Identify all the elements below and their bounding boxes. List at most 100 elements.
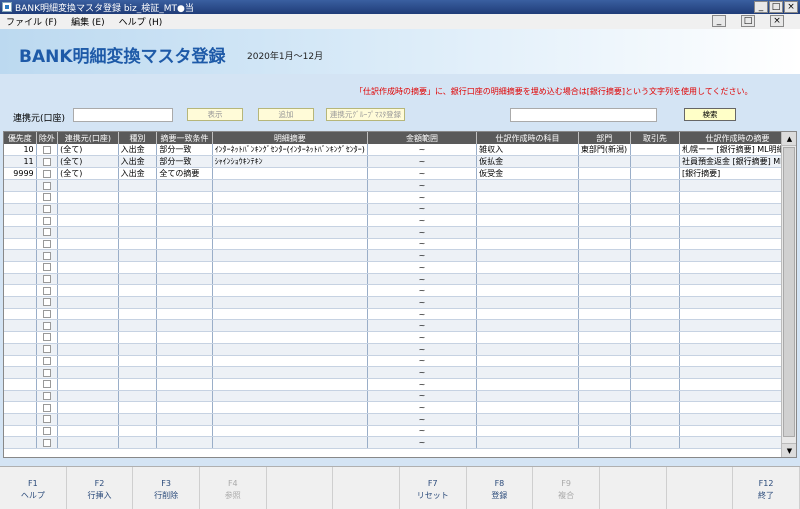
cell-priority[interactable] — [4, 331, 37, 344]
table-row[interactable]: ~ — [4, 425, 796, 438]
cell-desc[interactable] — [212, 425, 368, 438]
cell-exclude[interactable] — [36, 261, 59, 274]
cell-exclude[interactable] — [36, 296, 59, 309]
cell-dept[interactable] — [578, 355, 631, 368]
cell-memo[interactable] — [679, 179, 796, 192]
minimize-button[interactable]: _ — [754, 1, 768, 13]
cell-type[interactable] — [118, 226, 158, 239]
col-subject[interactable]: 仕訳作成時の科目 — [476, 132, 579, 144]
cell-type[interactable] — [118, 191, 158, 204]
cell-partner[interactable] — [630, 249, 680, 262]
table-row[interactable]: ~ — [4, 308, 796, 321]
col-type[interactable]: 種別 — [118, 132, 158, 144]
cell-desc[interactable]: ｲﾝﾀｰﾈｯﾄﾊﾞﾝｷﾝｸﾞｾﾝﾀｰ(ｲﾝﾀｰﾈｯﾄﾊﾞﾝｷﾝｸﾞｾﾝﾀｰ) — [212, 144, 368, 157]
cell-type[interactable]: 入出金 — [118, 167, 158, 181]
cell-exclude[interactable] — [36, 401, 59, 414]
cell-partner[interactable] — [630, 355, 680, 368]
cell-dept[interactable] — [578, 167, 631, 181]
cell-exclude[interactable] — [36, 319, 59, 333]
exclude-checkbox[interactable] — [42, 157, 51, 166]
exclude-checkbox[interactable] — [42, 275, 51, 284]
cell-account[interactable] — [57, 308, 119, 321]
cell-dept[interactable] — [578, 261, 631, 274]
cell-account[interactable] — [57, 355, 119, 368]
cell-match[interactable] — [156, 179, 213, 192]
cell-match[interactable] — [156, 308, 213, 321]
exclude-checkbox[interactable] — [42, 321, 51, 330]
cell-priority[interactable] — [4, 390, 37, 403]
cell-subject[interactable] — [476, 401, 579, 414]
cell-desc[interactable] — [212, 366, 368, 379]
cell-dept[interactable] — [578, 390, 631, 403]
cell-match[interactable] — [156, 226, 213, 239]
cell-amount[interactable]: ~ — [367, 296, 478, 309]
cell-dept[interactable] — [578, 249, 631, 262]
cell-type[interactable] — [118, 296, 158, 309]
cell-partner[interactable] — [630, 214, 680, 227]
cell-partner[interactable] — [630, 296, 680, 309]
cell-match[interactable] — [156, 355, 213, 368]
col-description[interactable]: 明細摘要 — [212, 132, 368, 144]
cell-match[interactable] — [156, 191, 213, 204]
cell-subject[interactable]: 仮受金 — [476, 167, 579, 181]
cell-dept[interactable] — [578, 366, 631, 379]
exclude-checkbox[interactable] — [42, 204, 51, 213]
cell-partner[interactable] — [630, 226, 680, 239]
exclude-checkbox[interactable] — [42, 356, 51, 365]
cell-desc[interactable] — [212, 284, 368, 298]
cell-memo[interactable] — [679, 319, 796, 333]
search-input[interactable] — [510, 108, 657, 122]
cell-dept[interactable] — [578, 436, 631, 449]
cell-subject[interactable]: 雑収入 — [476, 144, 579, 157]
cell-priority[interactable]: 10 — [4, 144, 37, 157]
cell-account[interactable] — [57, 214, 119, 227]
cell-desc[interactable] — [212, 343, 368, 356]
cell-priority[interactable]: 9999 — [4, 167, 37, 181]
cell-amount[interactable]: ~ — [367, 413, 478, 426]
cell-desc[interactable] — [212, 296, 368, 309]
col-exclude[interactable]: 除外 — [36, 132, 59, 144]
cell-subject[interactable] — [476, 249, 579, 262]
exclude-checkbox[interactable] — [42, 145, 51, 154]
cell-priority[interactable] — [4, 214, 37, 227]
cell-exclude[interactable] — [36, 366, 59, 379]
cell-amount[interactable]: ~ — [367, 308, 478, 321]
cell-type[interactable] — [118, 331, 158, 344]
cell-account[interactable]: (全て) — [57, 155, 119, 169]
cell-partner[interactable] — [630, 284, 680, 298]
cell-match[interactable] — [156, 343, 213, 356]
cell-exclude[interactable] — [36, 238, 59, 251]
cell-memo[interactable] — [679, 214, 796, 227]
col-department[interactable]: 部門 — [578, 132, 631, 144]
table-row[interactable]: 9999 (全て) 入出金 全ての摘要 ~ 仮受金 [銀行摘要] — [4, 167, 796, 181]
cell-dept[interactable] — [578, 319, 631, 333]
cell-amount[interactable]: ~ — [367, 249, 478, 262]
cell-exclude[interactable] — [36, 284, 59, 298]
cell-memo[interactable] — [679, 308, 796, 321]
cell-type[interactable] — [118, 319, 158, 333]
cell-dept[interactable] — [578, 284, 631, 298]
cell-memo[interactable]: 社員預金返金 [銀行摘要] ML明 — [679, 155, 796, 169]
cell-exclude[interactable] — [36, 249, 59, 262]
table-row[interactable]: ~ — [4, 191, 796, 204]
cell-priority[interactable] — [4, 226, 37, 239]
cell-partner[interactable] — [630, 401, 680, 414]
cell-desc[interactable] — [212, 238, 368, 251]
table-row[interactable]: ~ — [4, 273, 796, 286]
cell-dept[interactable] — [578, 214, 631, 227]
cell-match[interactable] — [156, 284, 213, 298]
exclude-checkbox[interactable] — [42, 426, 51, 435]
cell-match[interactable] — [156, 261, 213, 274]
cell-partner[interactable] — [630, 425, 680, 438]
cell-partner[interactable] — [630, 203, 680, 216]
cell-desc[interactable] — [212, 319, 368, 333]
cell-account[interactable] — [57, 343, 119, 356]
cell-memo[interactable] — [679, 378, 796, 391]
cell-type[interactable]: 入出金 — [118, 144, 158, 157]
cell-desc[interactable] — [212, 179, 368, 192]
close-button[interactable]: × — [784, 1, 798, 13]
cell-priority[interactable] — [4, 343, 37, 356]
cell-dept[interactable] — [578, 308, 631, 321]
cell-partner[interactable] — [630, 378, 680, 391]
cell-desc[interactable] — [212, 401, 368, 414]
